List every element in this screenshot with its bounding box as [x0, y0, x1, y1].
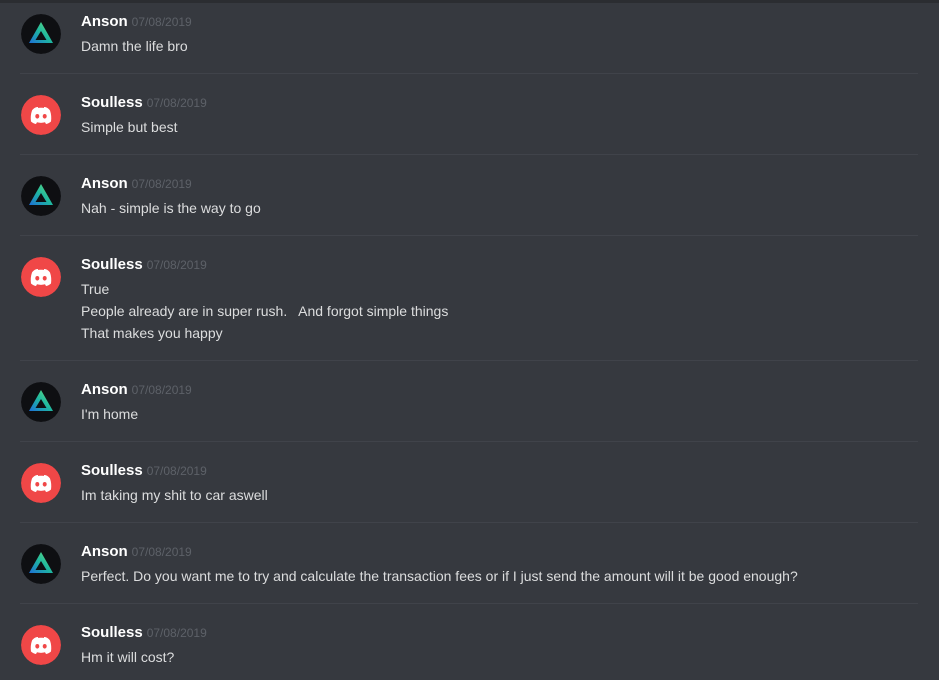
timestamp: 07/08/2019	[131, 177, 192, 191]
message-divider	[20, 360, 918, 361]
message-list: Anson 07/08/2019 Damn the life bro Soulle…	[0, 0, 939, 680]
timestamp: 07/08/2019	[146, 258, 207, 272]
gradient-triangle-logo-icon	[21, 382, 61, 422]
discord-logo-icon	[21, 257, 61, 297]
message-divider	[20, 603, 918, 604]
message-divider	[20, 441, 918, 442]
message-header: Soulless 07/08/2019	[81, 461, 207, 481]
author-name[interactable]: Soulless	[81, 624, 143, 641]
message-header: Anson 07/08/2019	[81, 12, 192, 32]
avatar[interactable]	[21, 257, 61, 297]
avatar[interactable]	[21, 14, 61, 54]
avatar[interactable]	[21, 176, 61, 216]
discord-logo-icon	[21, 463, 61, 503]
message-divider	[20, 154, 918, 155]
message-text: That makes you happy	[81, 325, 223, 341]
avatar[interactable]	[21, 382, 61, 422]
message-header: Anson 07/08/2019	[81, 380, 192, 400]
timestamp: 07/08/2019	[131, 545, 192, 559]
author-name[interactable]: Anson	[81, 381, 128, 398]
message-text: Im taking my shit to car aswell	[81, 487, 268, 503]
avatar[interactable]	[21, 625, 61, 665]
message-text: People already are in super rush. And fo…	[81, 303, 449, 319]
message-header: Anson 07/08/2019	[81, 174, 192, 194]
timestamp: 07/08/2019	[146, 626, 207, 640]
message-text: Nah - simple is the way to go	[81, 200, 261, 216]
message-divider	[20, 73, 918, 74]
message-divider	[20, 235, 918, 236]
message-divider	[20, 522, 918, 523]
author-name[interactable]: Soulless	[81, 462, 143, 479]
author-name[interactable]: Anson	[81, 543, 128, 560]
author-name[interactable]: Soulless	[81, 94, 143, 111]
gradient-triangle-logo-icon	[21, 176, 61, 216]
message-text: Simple but best	[81, 119, 178, 135]
message-text: I'm home	[81, 406, 139, 422]
avatar[interactable]	[21, 463, 61, 503]
gradient-triangle-logo-icon	[21, 544, 61, 584]
discord-logo-icon	[21, 95, 61, 135]
author-name[interactable]: Anson	[81, 13, 128, 30]
message-header: Soulless 07/08/2019	[81, 623, 207, 643]
author-name[interactable]: Soulless	[81, 256, 143, 273]
avatar[interactable]	[21, 544, 61, 584]
timestamp: 07/08/2019	[131, 383, 192, 397]
gradient-triangle-logo-icon	[21, 14, 61, 54]
message-text: True	[81, 281, 110, 297]
author-name[interactable]: Anson	[81, 175, 128, 192]
message-header: Anson 07/08/2019	[81, 542, 192, 562]
message-text: Perfect. Do you want me to try and calcu…	[81, 568, 798, 584]
timestamp: 07/08/2019	[146, 96, 207, 110]
message-text: Damn the life bro	[81, 38, 188, 54]
avatar[interactable]	[21, 95, 61, 135]
message-header: Soulless 07/08/2019	[81, 93, 207, 113]
message-text: Hm it will cost?	[81, 649, 175, 665]
timestamp: 07/08/2019	[131, 15, 192, 29]
timestamp: 07/08/2019	[146, 464, 207, 478]
discord-logo-icon	[21, 625, 61, 665]
message-header: Soulless 07/08/2019	[81, 255, 207, 275]
